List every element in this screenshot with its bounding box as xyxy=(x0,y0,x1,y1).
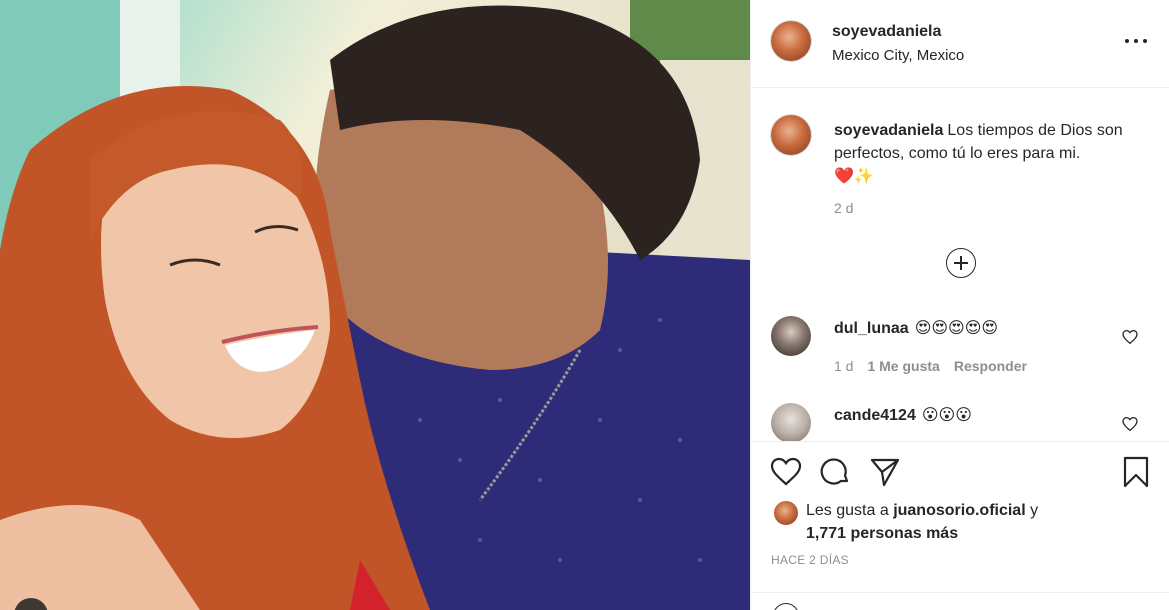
caption-username[interactable]: soyevadaniela xyxy=(834,122,943,139)
commenter-avatar[interactable] xyxy=(771,316,811,356)
post-header: soyevadaniela Mexico City, Mexico xyxy=(751,0,1169,88)
comment-like-heart-icon[interactable] xyxy=(1122,417,1138,431)
author-avatar[interactable] xyxy=(771,21,811,61)
likes-conj: y xyxy=(1030,502,1039,519)
comment-like-heart-icon[interactable] xyxy=(1122,330,1138,344)
more-options-icon[interactable] xyxy=(1125,30,1147,52)
comment-icon[interactable] xyxy=(819,456,851,488)
liker-avatar[interactable] xyxy=(774,501,798,525)
post-actions: Les gusta a juanosorio.oficial y 1,771 p… xyxy=(751,441,1169,610)
liker-username[interactable]: juanosorio.oficial xyxy=(893,502,1025,519)
share-icon[interactable] xyxy=(869,456,901,488)
post-sidebar: soyevadaniela Mexico City, Mexico soyeva… xyxy=(750,0,1169,610)
comment-text: 😮😮😮 xyxy=(921,407,972,424)
emoji-icon[interactable] xyxy=(773,603,799,610)
post-photo[interactable] xyxy=(0,0,750,610)
comments-list[interactable]: soyevadaniela Los tiempos de Dios son per… xyxy=(751,89,1169,441)
comment-timestamp[interactable]: 1 d xyxy=(834,358,853,374)
author-username[interactable]: soyevadaniela xyxy=(832,23,941,41)
comment-likes[interactable]: 1 Me gusta xyxy=(867,358,939,374)
commenter-username[interactable]: dul_lunaa xyxy=(834,320,909,337)
commenter-username[interactable]: cande4124 xyxy=(834,407,916,424)
plus-circle-icon[interactable] xyxy=(946,248,976,278)
comment-text: 😍😍😍😍😍 xyxy=(914,320,999,337)
likes-count[interactable]: 1,771 personas más xyxy=(806,525,958,542)
caption-timestamp[interactable]: 2 d xyxy=(834,200,853,216)
caption-emoji: ❤️✨ xyxy=(834,168,874,185)
comment-body: cande4124 😮😮😮 xyxy=(834,405,972,425)
bookmark-icon[interactable] xyxy=(1120,456,1152,488)
caption-avatar[interactable] xyxy=(771,115,811,155)
likes-text: Les gusta a juanosorio.oficial y 1,771 p… xyxy=(806,499,1106,545)
reply-button[interactable]: Responder xyxy=(954,358,1027,374)
post-caption: soyevadaniela Los tiempos de Dios son per… xyxy=(834,119,1144,188)
add-comment-bar[interactable] xyxy=(751,592,1169,610)
likes-prefix: Les gusta a xyxy=(806,502,889,519)
comment-body: dul_lunaa 😍😍😍😍😍 xyxy=(834,318,998,338)
post-location[interactable]: Mexico City, Mexico xyxy=(832,47,964,64)
post-image xyxy=(0,0,750,610)
comment-meta: 1 d 1 Me gusta Responder xyxy=(834,358,1027,374)
heart-icon[interactable] xyxy=(770,456,802,488)
post-date[interactable]: HACE 2 DÍAS xyxy=(771,553,849,567)
commenter-avatar[interactable] xyxy=(771,403,811,441)
